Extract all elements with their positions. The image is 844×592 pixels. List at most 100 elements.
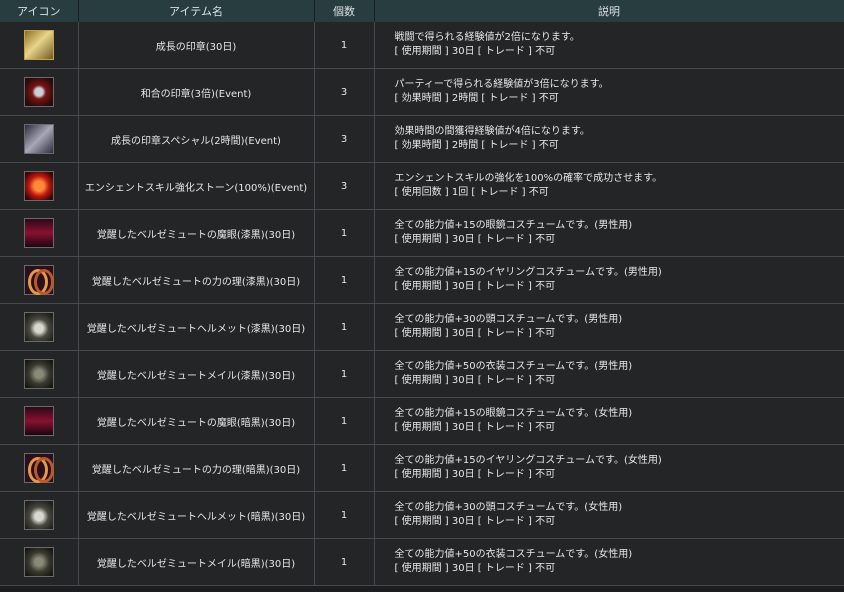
- item-quantity: 1: [314, 256, 375, 304]
- description-line: エンシェントスキルの強化を100%の確率で成功させます。: [394, 173, 663, 184]
- orb-icon: [23, 171, 54, 201]
- table-row: 成長の印章(30日) 1 戦闘で得られる経験値が2倍になります。 [ 使用期間 ]…: [0, 22, 844, 69]
- item-description: 全ての能力値+15の眼鏡コスチュームです。(女性用) [ 使用期間 ] 30日 […: [374, 397, 844, 445]
- item-quantity: 3: [314, 115, 375, 163]
- item-description: エンシェントスキルの強化を100%の確率で成功させます。 [ 使用回数 ] 1回 …: [374, 162, 844, 210]
- item-description: 効果時間の間獲得経験値が4倍になります。 [ 効果時間 ] 2時間 [ トレード …: [374, 115, 844, 163]
- table-row: 覚醒したベルゼミュートの魔眼(暗黒)(30日) 1 全ての能力値+15の眼鏡コス…: [0, 397, 844, 445]
- item-quantity: 3: [314, 68, 375, 116]
- terms-line: [ 効果時間 ] 2時間 [ トレード ] 不可: [394, 93, 559, 104]
- item-description: 全ての能力値+30の頭コスチュームです。(男性用) [ 使用期間 ] 30日 [ …: [374, 303, 844, 351]
- description-line: 全ての能力値+15のイヤリングコスチュームです。(女性用): [394, 455, 662, 466]
- item-quantity: 1: [314, 491, 375, 539]
- item-name: 覚醒したベルゼミュートの魔眼(漆黒)(30日): [78, 209, 315, 257]
- item-name: 覚醒したベルゼミュートヘルメット(漆黒)(30日): [78, 303, 315, 351]
- item-name: 覚醒したベルゼミュートメイル(漆黒)(30日): [78, 350, 315, 398]
- item-name: 成長の印章スペシャル(2時間)(Event): [78, 115, 315, 163]
- item-description: 全ての能力値+15のイヤリングコスチュームです。(男性用) [ 使用期間 ] 30…: [374, 256, 844, 304]
- icon-cell: [0, 209, 79, 257]
- header-description: 説明: [374, 0, 844, 22]
- header-icon: アイコン: [0, 0, 79, 22]
- item-name: 和合の印章(3倍)(Event): [78, 68, 315, 116]
- eyepatch-icon: [23, 406, 54, 436]
- icon-cell: [0, 256, 79, 304]
- item-description: 全ての能力値+50の衣装コスチュームです。(女性用) [ 使用期間 ] 30日 […: [374, 538, 844, 586]
- item-description: 全ての能力値+15の眼鏡コスチュームです。(男性用) [ 使用期間 ] 30日 […: [374, 209, 844, 257]
- icon-cell: [0, 68, 79, 116]
- icon-cell: [0, 162, 79, 210]
- table-row: 覚醒したベルゼミュートヘルメット(暗黒)(30日) 1 全ての能力値+30の頭コ…: [0, 491, 844, 539]
- armor-icon: [23, 359, 54, 389]
- item-description: 全ての能力値+30の頭コスチュームです。(女性用) [ 使用期間 ] 30日 [ …: [374, 491, 844, 539]
- terms-line: [ 使用回数 ] 1回 [ トレード ] 不可: [394, 187, 549, 198]
- description-line: 全ての能力値+15の眼鏡コスチュームです。(女性用): [394, 408, 633, 419]
- item-description: 全ての能力値+50の衣装コスチュームです。(男性用) [ 使用期間 ] 30日 […: [374, 350, 844, 398]
- item-description: 戦闘で得られる経験値が2倍になります。 [ 使用期間 ] 30日 [ トレード ]…: [374, 22, 844, 69]
- ring-icon: [23, 453, 54, 483]
- description-line: 全ての能力値+15のイヤリングコスチュームです。(男性用): [394, 267, 662, 278]
- table-row: エンシェントスキル強化ストーン(100%)(Event) 3 エンシェントスキル…: [0, 162, 844, 210]
- icon-cell: [0, 397, 79, 445]
- item-quantity: 1: [314, 444, 375, 492]
- terms-line: [ 使用期間 ] 30日 [ トレード ] 不可: [394, 422, 556, 433]
- item-quantity: 1: [314, 350, 375, 398]
- terms-line: [ 使用期間 ] 30日 [ トレード ] 不可: [394, 375, 556, 386]
- icon-cell: [0, 538, 79, 586]
- icon-cell: [0, 22, 79, 69]
- armor-icon: [23, 547, 54, 577]
- table-row: 和合の印章(3倍)(Event) 3 パーティーで得られる経験値が3倍になります…: [0, 68, 844, 116]
- item-name: 覚醒したベルゼミュートメイル(暗黒)(30日): [78, 538, 315, 586]
- table-header-row: アイコン アイテム名 個数 説明: [0, 0, 844, 22]
- icon-cell: [0, 350, 79, 398]
- icon-cell: [0, 491, 79, 539]
- terms-line: [ 使用期間 ] 30日 [ トレード ] 不可: [394, 469, 556, 480]
- table-row: 覚醒したベルゼミュートメイル(漆黒)(30日) 1 全ての能力値+50の衣装コス…: [0, 350, 844, 398]
- terms-line: [ 使用期間 ] 30日 [ トレード ] 不可: [394, 281, 556, 292]
- helmet-icon: [23, 500, 54, 530]
- item-table: アイコン アイテム名 個数 説明 成長の印章(30日) 1 戦闘で得られる経験値…: [0, 0, 844, 586]
- item-quantity: 1: [314, 538, 375, 586]
- item-name: 覚醒したベルゼミュートヘルメット(暗黒)(30日): [78, 491, 315, 539]
- book-icon: [23, 30, 54, 60]
- icon-cell: [0, 115, 79, 163]
- item-quantity: 1: [314, 22, 375, 69]
- helmet-icon: [23, 312, 54, 342]
- description-line: 全ての能力値+50の衣装コスチュームです。(男性用): [394, 361, 633, 372]
- description-line: 全ての能力値+15の眼鏡コスチュームです。(男性用): [394, 220, 633, 231]
- terms-line: [ 使用期間 ] 30日 [ トレード ] 不可: [394, 328, 556, 339]
- table-row: 覚醒したベルゼミュートの力の理(漆黒)(30日) 1 全ての能力値+15のイヤリ…: [0, 256, 844, 304]
- scroll-icon: [23, 124, 54, 154]
- terms-line: [ 使用期間 ] 30日 [ トレード ] 不可: [394, 234, 556, 245]
- description-line: 全ての能力値+30の頭コスチュームです。(男性用): [394, 314, 623, 325]
- table-row: 覚醒したベルゼミュートヘルメット(漆黒)(30日) 1 全ての能力値+30の頭コ…: [0, 303, 844, 351]
- item-quantity: 1: [314, 209, 375, 257]
- description-line: 戦闘で得られる経験値が2倍になります。: [394, 32, 580, 43]
- table-row: 覚醒したベルゼミュートの魔眼(漆黒)(30日) 1 全ての能力値+15の眼鏡コス…: [0, 209, 844, 257]
- ring-icon: [23, 265, 54, 295]
- eyepatch-icon: [23, 218, 54, 248]
- table-row: 覚醒したベルゼミュートの力の理(暗黒)(30日) 1 全ての能力値+15のイヤリ…: [0, 444, 844, 492]
- item-description: 全ての能力値+15のイヤリングコスチュームです。(女性用) [ 使用期間 ] 30…: [374, 444, 844, 492]
- item-description: パーティーで得られる経験値が3倍になります。 [ 効果時間 ] 2時間 [ トレー…: [374, 68, 844, 116]
- terms-line: [ 使用期間 ] 30日 [ トレード ] 不可: [394, 46, 556, 57]
- icon-cell: [0, 303, 79, 351]
- item-quantity: 1: [314, 397, 375, 445]
- item-name: エンシェントスキル強化ストーン(100%)(Event): [78, 162, 315, 210]
- terms-line: [ 使用期間 ] 30日 [ トレード ] 不可: [394, 516, 556, 527]
- terms-line: [ 使用期間 ] 30日 [ トレード ] 不可: [394, 563, 556, 574]
- table-row: 覚醒したベルゼミュートメイル(暗黒)(30日) 1 全ての能力値+50の衣装コス…: [0, 538, 844, 586]
- terms-line: [ 効果時間 ] 2時間 [ トレード ] 不可: [394, 140, 559, 151]
- description-line: 全ての能力値+50の衣装コスチュームです。(女性用): [394, 549, 633, 560]
- item-name: 成長の印章(30日): [78, 22, 315, 69]
- description-line: 効果時間の間獲得経験値が4倍になります。: [394, 126, 590, 137]
- item-name: 覚醒したベルゼミュートの力の理(漆黒)(30日): [78, 256, 315, 304]
- description-line: パーティーで得られる経験値が3倍になります。: [394, 79, 609, 90]
- header-quantity: 個数: [314, 0, 375, 22]
- item-quantity: 1: [314, 303, 375, 351]
- description-line: 全ての能力値+30の頭コスチュームです。(女性用): [394, 502, 623, 513]
- item-quantity: 3: [314, 162, 375, 210]
- item-name: 覚醒したベルゼミュートの魔眼(暗黒)(30日): [78, 397, 315, 445]
- header-item-name: アイテム名: [78, 0, 315, 22]
- table-row: 成長の印章スペシャル(2時間)(Event) 3 効果時間の間獲得経験値が4倍に…: [0, 115, 844, 163]
- item-name: 覚醒したベルゼミュートの力の理(暗黒)(30日): [78, 444, 315, 492]
